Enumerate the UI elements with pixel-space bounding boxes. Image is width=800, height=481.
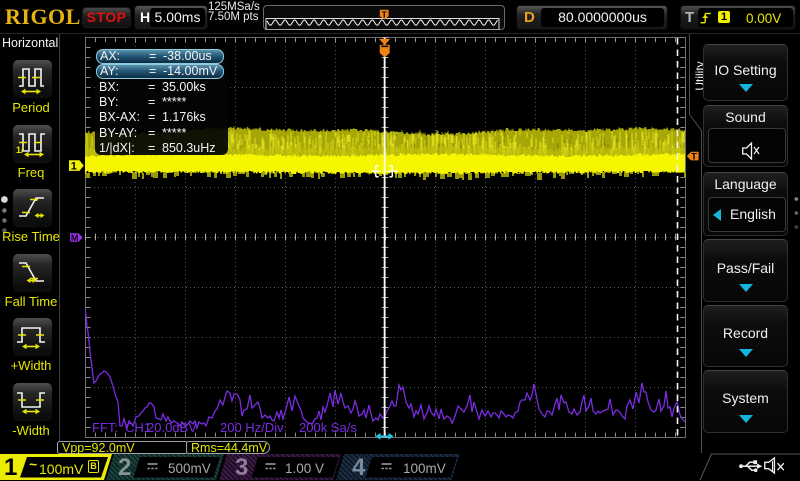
svg-text:1/: 1/	[16, 145, 24, 155]
svg-text:T: T	[382, 9, 388, 19]
svg-text:1: 1	[71, 161, 77, 173]
svg-text:T: T	[691, 152, 697, 163]
svg-text:M: M	[71, 233, 79, 243]
